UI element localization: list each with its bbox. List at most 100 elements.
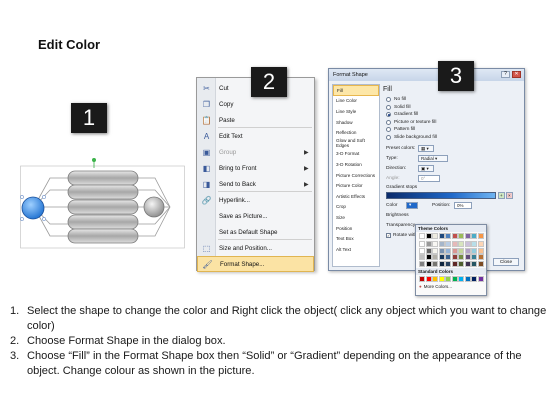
theme-shade-swatch[interactable] bbox=[438, 260, 445, 267]
nav-item-artistic-effects[interactable]: Artistic Effects bbox=[333, 191, 379, 202]
standard-color-swatch[interactable] bbox=[432, 275, 438, 282]
standard-color-swatch[interactable] bbox=[425, 275, 432, 282]
color-dropdown[interactable]: ▾ bbox=[406, 201, 418, 209]
theme-shade-swatch[interactable] bbox=[451, 260, 458, 267]
menu-item-bring-to-front[interactable]: ◧ Bring to Front ▶ bbox=[197, 160, 314, 176]
theme-shade-swatch[interactable] bbox=[471, 247, 477, 254]
gradient-stops-bar[interactable] bbox=[386, 192, 496, 199]
theme-color-swatch[interactable] bbox=[477, 233, 484, 239]
theme-shade-swatch[interactable] bbox=[438, 241, 445, 247]
theme-shade-swatch[interactable] bbox=[445, 241, 451, 247]
theme-shade-swatch[interactable] bbox=[458, 241, 464, 247]
theme-color-swatch[interactable] bbox=[419, 233, 425, 239]
nav-item-shadow[interactable]: Shadow bbox=[333, 117, 379, 128]
fill-option-picture-or-texture-fill[interactable]: Picture or texture fill bbox=[383, 119, 523, 127]
position-input[interactable]: 0% bbox=[454, 201, 472, 209]
nav-item-position[interactable]: Position bbox=[333, 223, 379, 234]
menu-item-edit-text[interactable]: A Edit Text bbox=[197, 128, 314, 144]
theme-shade-swatch[interactable] bbox=[425, 247, 432, 254]
add-stop-button[interactable]: + bbox=[498, 192, 505, 199]
theme-shade-swatch[interactable] bbox=[432, 254, 438, 260]
menu-item-size-and-position[interactable]: ⬚ Size and Position... bbox=[197, 240, 314, 256]
theme-shade-swatch[interactable] bbox=[432, 247, 438, 254]
diagram-preview[interactable] bbox=[20, 158, 185, 258]
theme-color-swatch[interactable] bbox=[464, 233, 471, 239]
theme-shade-swatch[interactable] bbox=[419, 241, 425, 247]
theme-color-swatch[interactable] bbox=[471, 233, 477, 239]
theme-color-swatch[interactable] bbox=[432, 233, 438, 239]
theme-shade-swatch[interactable] bbox=[445, 260, 451, 267]
nav-item-crop[interactable]: Crop bbox=[333, 202, 379, 213]
more-colors-button[interactable]: ● More Colors... bbox=[416, 283, 486, 290]
menu-item-paste[interactable]: 📋 Paste bbox=[197, 112, 314, 128]
fill-option-slide-background-fill[interactable]: Slide background fill bbox=[383, 134, 523, 142]
standard-color-swatch[interactable] bbox=[419, 275, 425, 282]
nav-item-3-d-format[interactable]: 3-D Format bbox=[333, 149, 379, 160]
theme-shade-swatch[interactable] bbox=[451, 247, 458, 254]
fill-option-no-fill[interactable]: No fill bbox=[383, 96, 523, 104]
radio-button[interactable] bbox=[386, 104, 391, 110]
theme-shade-swatch[interactable] bbox=[477, 254, 484, 260]
standard-color-swatch[interactable] bbox=[477, 275, 484, 282]
close-button[interactable]: Close bbox=[493, 258, 519, 266]
theme-color-swatch[interactable] bbox=[445, 233, 451, 239]
nav-item-line-color[interactable]: Line Color bbox=[333, 96, 379, 107]
remove-stop-button[interactable]: × bbox=[506, 192, 513, 199]
radio-button[interactable] bbox=[386, 97, 391, 103]
nav-item-fill[interactable]: Fill bbox=[333, 85, 379, 96]
menu-item-save-as-picture[interactable]: Save as Picture... bbox=[197, 208, 314, 224]
nav-item-alt-text[interactable]: Alt Text bbox=[333, 244, 379, 255]
standard-color-swatch[interactable] bbox=[471, 275, 477, 282]
theme-shade-swatch[interactable] bbox=[425, 260, 432, 267]
theme-shade-swatch[interactable] bbox=[471, 254, 477, 260]
theme-color-swatch[interactable] bbox=[458, 233, 464, 239]
nav-item-reflection[interactable]: Reflection bbox=[333, 127, 379, 138]
menu-item-hyperlink[interactable]: 🔗 Hyperlink... bbox=[197, 192, 314, 208]
theme-shade-swatch[interactable] bbox=[464, 247, 471, 254]
theme-shade-swatch[interactable] bbox=[445, 254, 451, 260]
radio-button[interactable] bbox=[386, 112, 391, 118]
menu-item-copy[interactable]: ❐ Copy bbox=[197, 96, 314, 112]
nav-item-picture-color[interactable]: Picture Color bbox=[333, 180, 379, 191]
theme-shade-swatch[interactable] bbox=[432, 260, 438, 267]
theme-shade-swatch[interactable] bbox=[451, 254, 458, 260]
theme-shade-swatch[interactable] bbox=[419, 260, 425, 267]
theme-color-swatch[interactable] bbox=[451, 233, 458, 239]
theme-shade-swatch[interactable] bbox=[464, 254, 471, 260]
theme-shade-swatch[interactable] bbox=[477, 247, 484, 254]
theme-shade-swatch[interactable] bbox=[445, 247, 451, 254]
rotate-checkbox[interactable]: ✓ bbox=[386, 232, 391, 238]
fill-option-solid-fill[interactable]: Solid fill bbox=[383, 104, 523, 112]
standard-color-swatch[interactable] bbox=[464, 275, 471, 282]
standard-color-swatch[interactable] bbox=[438, 275, 445, 282]
direction-dropdown[interactable]: ▣ ▾ bbox=[418, 165, 434, 172]
theme-shade-swatch[interactable] bbox=[477, 241, 484, 247]
fill-option-gradient-fill[interactable]: Gradient fill bbox=[383, 111, 523, 119]
nav-item-3-d-rotation[interactable]: 3-D Rotation bbox=[333, 159, 379, 170]
menu-item-set-as-default-shape[interactable]: Set as Default Shape bbox=[197, 224, 314, 240]
theme-shade-swatch[interactable] bbox=[471, 260, 477, 267]
nav-item-picture-corrections[interactable]: Picture Corrections bbox=[333, 170, 379, 181]
standard-color-swatch[interactable] bbox=[451, 275, 458, 282]
theme-shade-swatch[interactable] bbox=[458, 247, 464, 254]
standard-color-swatch[interactable] bbox=[445, 275, 451, 282]
nav-item-size[interactable]: Size bbox=[333, 212, 379, 223]
help-button[interactable]: ? bbox=[501, 71, 510, 78]
angle-input[interactable]: 0° bbox=[418, 175, 440, 182]
theme-shade-swatch[interactable] bbox=[432, 241, 438, 247]
close-icon[interactable]: ✕ bbox=[512, 71, 521, 78]
theme-shade-swatch[interactable] bbox=[464, 260, 471, 267]
menu-item-send-to-back[interactable]: ◨ Send to Back ▶ bbox=[197, 176, 314, 192]
standard-color-swatch[interactable] bbox=[458, 275, 464, 282]
theme-shade-swatch[interactable] bbox=[419, 254, 425, 260]
theme-shade-swatch[interactable] bbox=[419, 247, 425, 254]
theme-shade-swatch[interactable] bbox=[477, 260, 484, 267]
theme-shade-swatch[interactable] bbox=[471, 241, 477, 247]
fill-option-pattern-fill[interactable]: Pattern fill bbox=[383, 126, 523, 134]
theme-shade-swatch[interactable] bbox=[425, 241, 432, 247]
theme-shade-swatch[interactable] bbox=[438, 247, 445, 254]
nav-item-text-box[interactable]: Text Box bbox=[333, 233, 379, 244]
radio-button[interactable] bbox=[386, 119, 391, 125]
theme-shade-swatch[interactable] bbox=[425, 254, 432, 260]
theme-shade-swatch[interactable] bbox=[458, 254, 464, 260]
